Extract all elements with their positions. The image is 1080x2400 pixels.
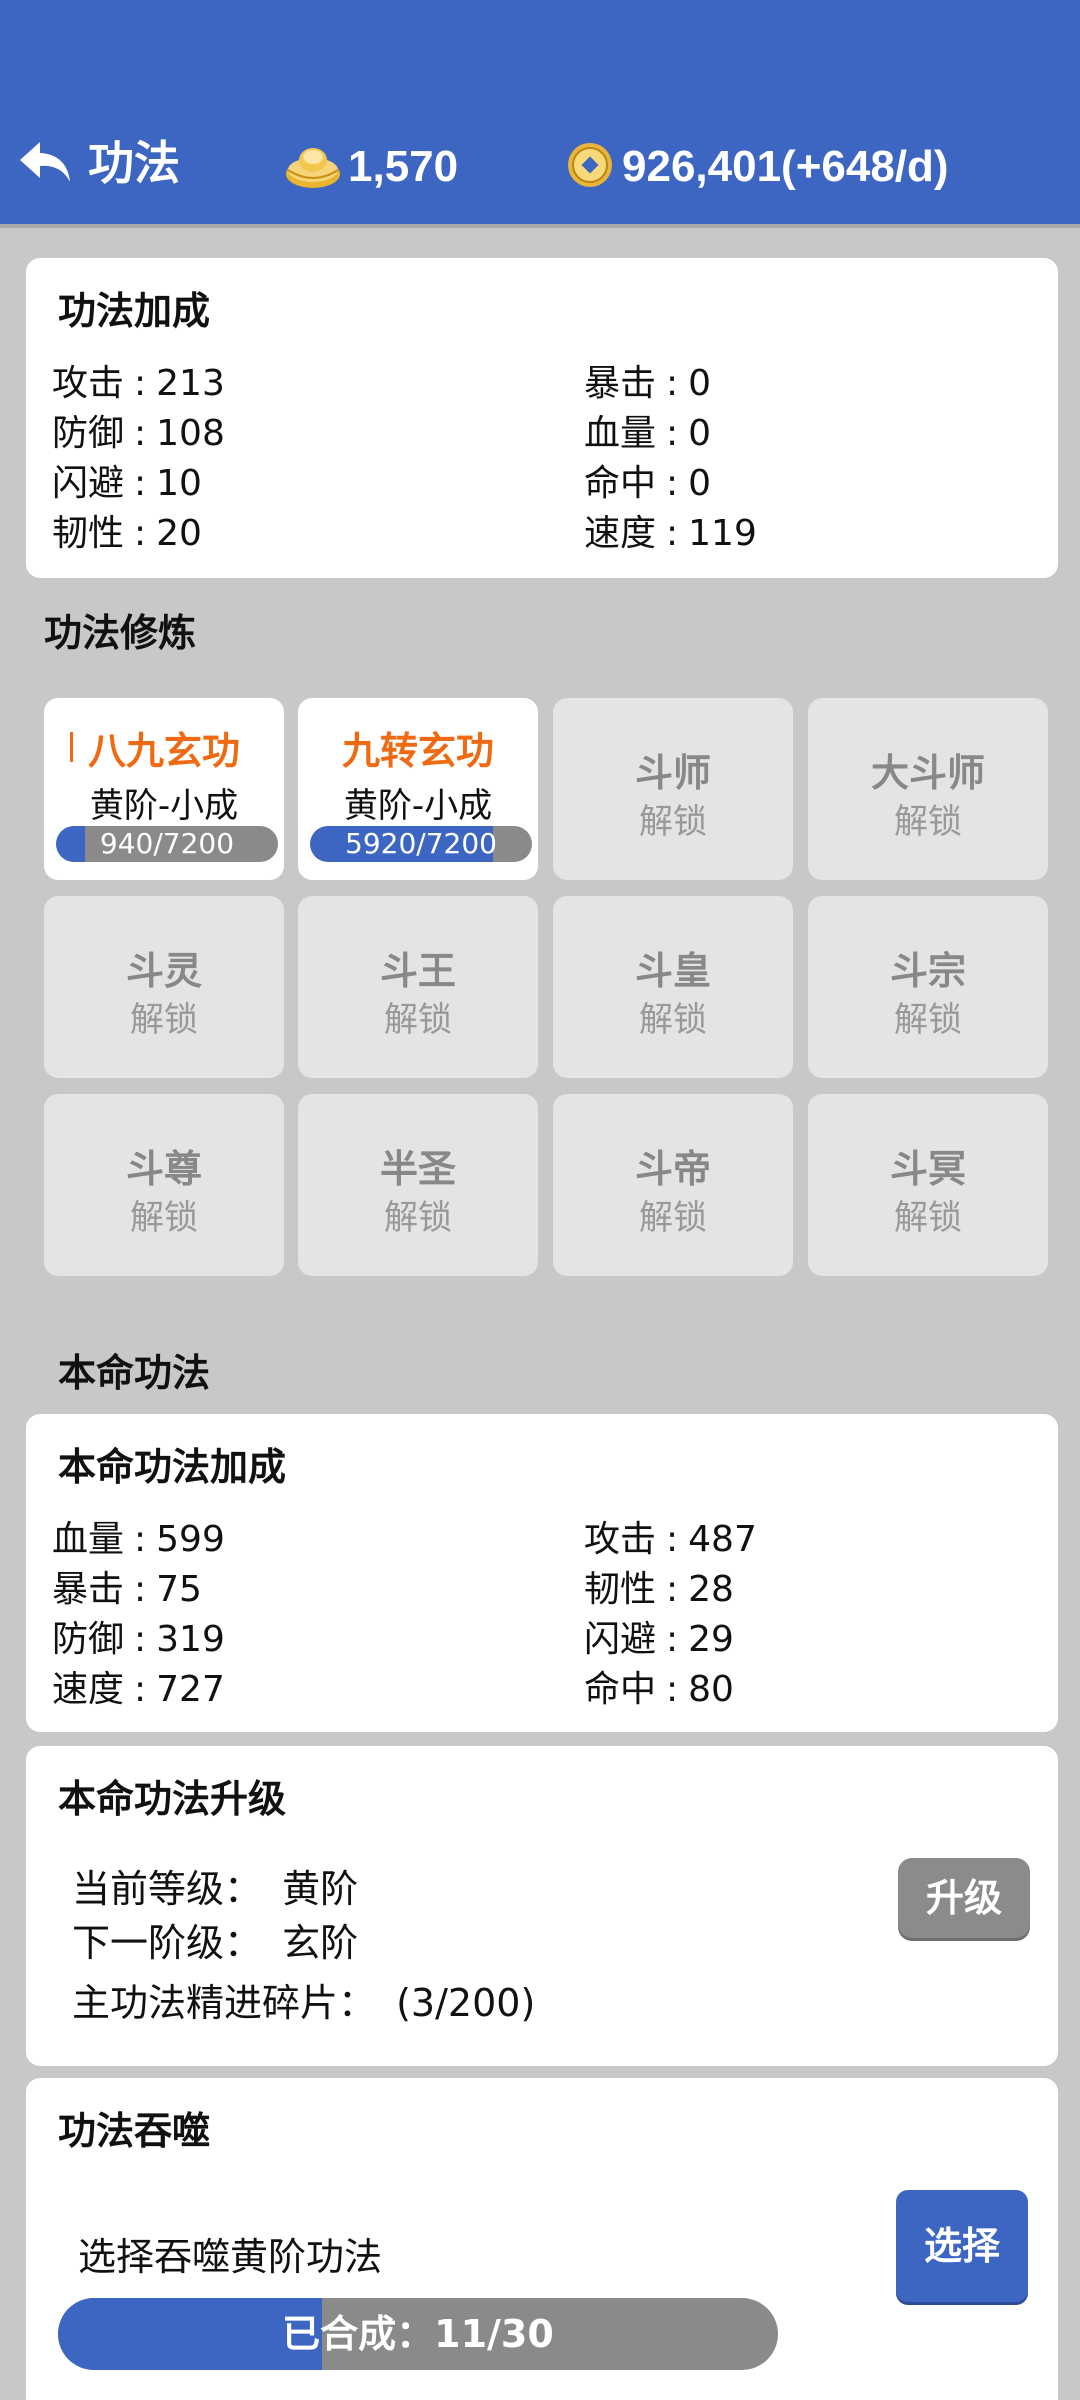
copper-coin-icon: [566, 141, 622, 193]
card-title: 本命功法加成: [58, 1445, 287, 1489]
technique-slot-2[interactable]: 九转玄功 黄阶-小成 5920/7200: [298, 698, 538, 880]
select-button[interactable]: 选择: [896, 2190, 1028, 2302]
page-title: 功法: [88, 136, 180, 190]
locked-slot-dou-wang[interactable]: 斗王 解锁: [298, 896, 538, 1078]
top-bar: 功法 1,570 926,401(+648/d): [0, 0, 1080, 228]
stat-speed: 速度:119: [584, 513, 757, 554]
locked-slot-dou-zong[interactable]: 斗宗 解锁: [808, 896, 1048, 1078]
current-level-row: 当前等级： 黄阶: [72, 1858, 358, 1913]
stat-hp: 血量:0: [584, 413, 712, 454]
slot-name: 斗尊: [125, 1147, 202, 1191]
slot-name: 斗帝: [634, 1147, 711, 1191]
natal-section-title: 本命功法: [58, 1351, 211, 1395]
slot-name: 斗师: [634, 751, 711, 795]
gold-ingot-icon: [284, 140, 348, 194]
unlock-label: 解锁: [130, 1198, 198, 1238]
natal-upgrade-card: 本命功法升级 当前等级： 黄阶 下一阶级： 玄阶 主功法精进碎片： (3/200…: [26, 1746, 1058, 2066]
stat-hp: 血量:599: [52, 1519, 225, 1560]
stat-defense: 防御:319: [52, 1619, 225, 1660]
unlock-label: 解锁: [639, 1198, 707, 1238]
next-level-row: 下一阶级： 玄阶: [72, 1912, 358, 1967]
technique-progress-bar: 940/7200: [56, 826, 278, 862]
unlock-label: 解锁: [384, 1000, 452, 1040]
card-title: 功法加成: [58, 289, 211, 333]
natal-bonus-card: 本命功法加成 血量:599 暴击:75 防御:319 速度:727 攻击:487…: [26, 1414, 1058, 1732]
stat-attack: 攻击:213: [52, 363, 225, 404]
locked-slot-da-dou-shi[interactable]: 大斗师 解锁: [808, 698, 1048, 880]
unlock-label: 解锁: [639, 1000, 707, 1040]
synthesis-progress-bar: 已合成：11/30: [58, 2298, 778, 2370]
coin-balance: 926,401(+648/d): [566, 134, 949, 200]
stat-dodge: 闪避:29: [584, 1619, 734, 1660]
locked-slot-dou-shi[interactable]: 斗师 解锁: [553, 698, 793, 880]
slot-name: 斗灵: [125, 949, 202, 993]
technique-progress-bar: 5920/7200: [310, 826, 532, 862]
fragments-row: 主功法精进碎片： (3/200): [72, 1972, 535, 2027]
unlock-label: 解锁: [894, 1000, 962, 1040]
next-level-label: 下一阶级：: [72, 1921, 263, 1965]
unlock-label: 解锁: [639, 802, 707, 842]
progress-text: 已合成：11/30: [282, 2312, 554, 2356]
cultivation-section-title: 功法修炼: [44, 611, 197, 655]
technique-bonus-card: 功法加成 攻击:213 防御:108 闪避:10 韧性:20 暴击:0 血量:0…: [26, 258, 1058, 578]
technique-rank: 黄阶-小成: [343, 786, 493, 826]
stat-crit: 暴击:75: [52, 1569, 202, 1610]
devour-card: 功法吞噬 选择吞噬黄阶功法 选择 已合成：11/30: [26, 2078, 1058, 2400]
unlock-label: 解锁: [384, 1198, 452, 1238]
card-title: 功法吞噬: [58, 2109, 211, 2153]
slot-name: 半圣: [379, 1147, 456, 1191]
stat-toughness: 韧性:28: [584, 1569, 734, 1610]
slot-name: 大斗师: [870, 751, 985, 795]
slot-name: 斗皇: [634, 949, 711, 993]
technique-rank: 黄阶-小成: [89, 786, 239, 826]
locked-slot-dou-ming[interactable]: 斗冥 解锁: [808, 1094, 1048, 1276]
fragments-value: (3/200): [396, 1981, 536, 2025]
technique-name: 九转玄功: [341, 729, 494, 773]
unlock-label: 解锁: [894, 1198, 962, 1238]
slot-name: 斗冥: [889, 1147, 966, 1191]
next-level-value: 玄阶: [282, 1921, 359, 1965]
unlock-label: 解锁: [130, 1000, 198, 1040]
stat-attack: 攻击:487: [584, 1519, 757, 1560]
upgrade-button[interactable]: 升级: [898, 1858, 1030, 1938]
progress-text: 5920/7200: [345, 827, 497, 860]
devour-prompt: 选择吞噬黄阶功法: [78, 2235, 383, 2279]
gold-amount: 1,570: [348, 142, 459, 191]
slot-name: 斗宗: [889, 949, 966, 993]
stat-crit: 暴击:0: [584, 363, 712, 404]
current-level-value: 黄阶: [282, 1867, 359, 1911]
locked-slot-dou-di[interactable]: 斗帝 解锁: [553, 1094, 793, 1276]
fragments-label: 主功法精进碎片：: [72, 1981, 377, 2025]
stat-toughness: 韧性:20: [52, 513, 202, 554]
locked-slot-dou-huang[interactable]: 斗皇 解锁: [553, 896, 793, 1078]
technique-name: 八九玄功: [87, 729, 240, 773]
unlock-label: 解锁: [894, 802, 962, 842]
gold-balance: 1,570: [284, 134, 458, 200]
slot-name: 斗王: [379, 949, 456, 993]
card-title: 本命功法升级: [58, 1777, 287, 1821]
stat-dodge: 闪避:10: [52, 463, 202, 504]
locked-slot-dou-ling[interactable]: 斗灵 解锁: [44, 896, 284, 1078]
current-level-label: 当前等级：: [72, 1867, 263, 1911]
locked-slot-ban-sheng[interactable]: 半圣 解锁: [298, 1094, 538, 1276]
locked-slot-dou-zun[interactable]: 斗尊 解锁: [44, 1094, 284, 1276]
stat-hit: 命中:0: [584, 463, 712, 504]
back-button[interactable]: [18, 134, 72, 194]
back-arrow-icon[interactable]: [18, 138, 72, 190]
stat-hit: 命中:80: [584, 1669, 734, 1710]
coin-amount: 926,401(+648/d): [622, 142, 949, 191]
stat-defense: 防御:108: [52, 413, 225, 454]
stat-speed: 速度:727: [52, 1669, 225, 1710]
progress-text: 940/7200: [99, 827, 235, 860]
technique-slot-1[interactable]: 八九玄功 黄阶-小成 940/7200: [44, 698, 284, 880]
